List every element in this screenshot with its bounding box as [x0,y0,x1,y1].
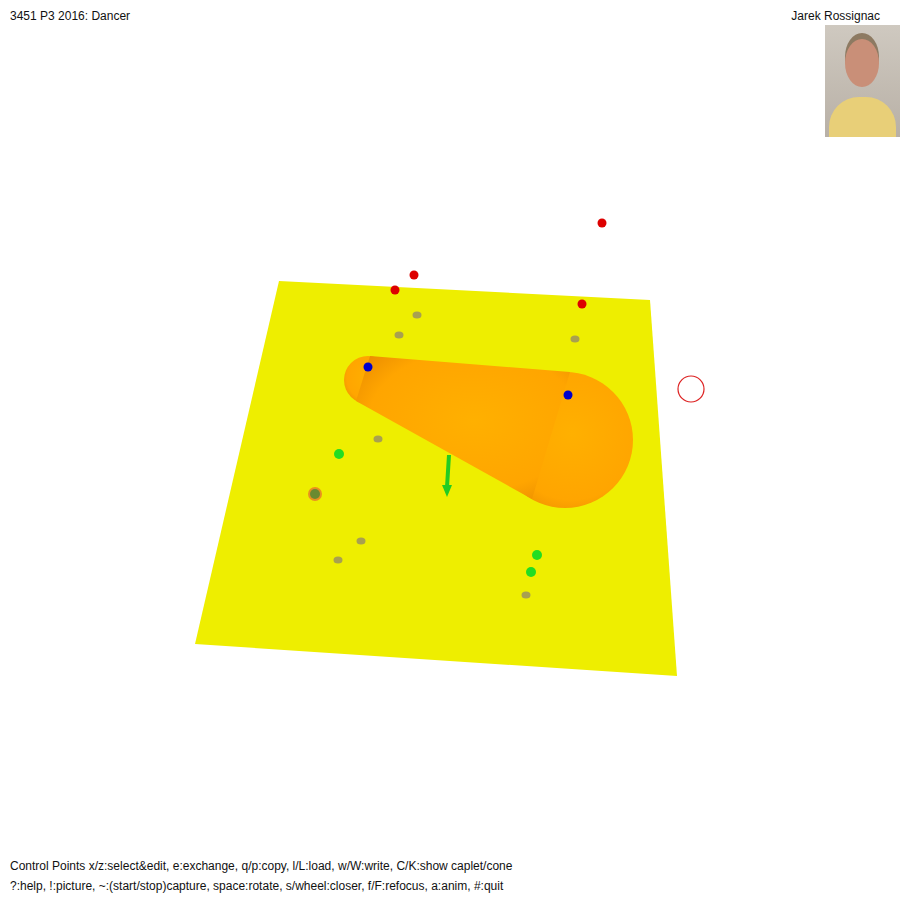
author-block: Jarek Rossignac [791,0,900,137]
red-control-point[interactable] [410,271,419,280]
point-shadow [522,592,531,599]
point-shadow [334,557,343,564]
focus-circle [678,376,704,402]
floor-plane [195,281,677,676]
red-control-point[interactable] [598,219,607,228]
blue-control-point[interactable] [364,363,373,372]
point-shadow [374,436,383,443]
point-shadows [334,312,580,599]
selected-control-point[interactable] [308,487,322,501]
help-line: Control Points x/z:select&edit, e:exchan… [10,856,900,876]
green-arrow-icon [442,455,452,497]
green-control-point[interactable] [532,550,542,560]
point-shadow [395,332,404,339]
red-control-point[interactable] [578,300,587,309]
point-shadow [571,336,580,343]
point-shadow [413,312,422,319]
caplet-body [356,356,570,499]
author-name: Jarek Rossignac [791,0,900,24]
scene-viewport[interactable] [0,0,900,900]
blue-control-point[interactable] [564,391,573,400]
help-bar: Control Points x/z:select&edit, e:exchan… [0,856,900,900]
point-shadow [357,538,366,545]
green-control-point[interactable] [334,449,344,459]
dancer-app: 3451 P3 2016: Dancer Jarek Rossignac Contr… [0,0,900,900]
help-line: ?:help, !:picture, ~:(start/stop)capture… [10,876,900,896]
header: 3451 P3 2016: Dancer Jarek Rossignac [0,0,900,137]
red-control-point[interactable] [391,286,400,295]
author-photo [825,25,900,137]
caplet [344,356,633,508]
green-control-point[interactable] [526,567,536,577]
window-title: 3451 P3 2016: Dancer [10,0,130,24]
